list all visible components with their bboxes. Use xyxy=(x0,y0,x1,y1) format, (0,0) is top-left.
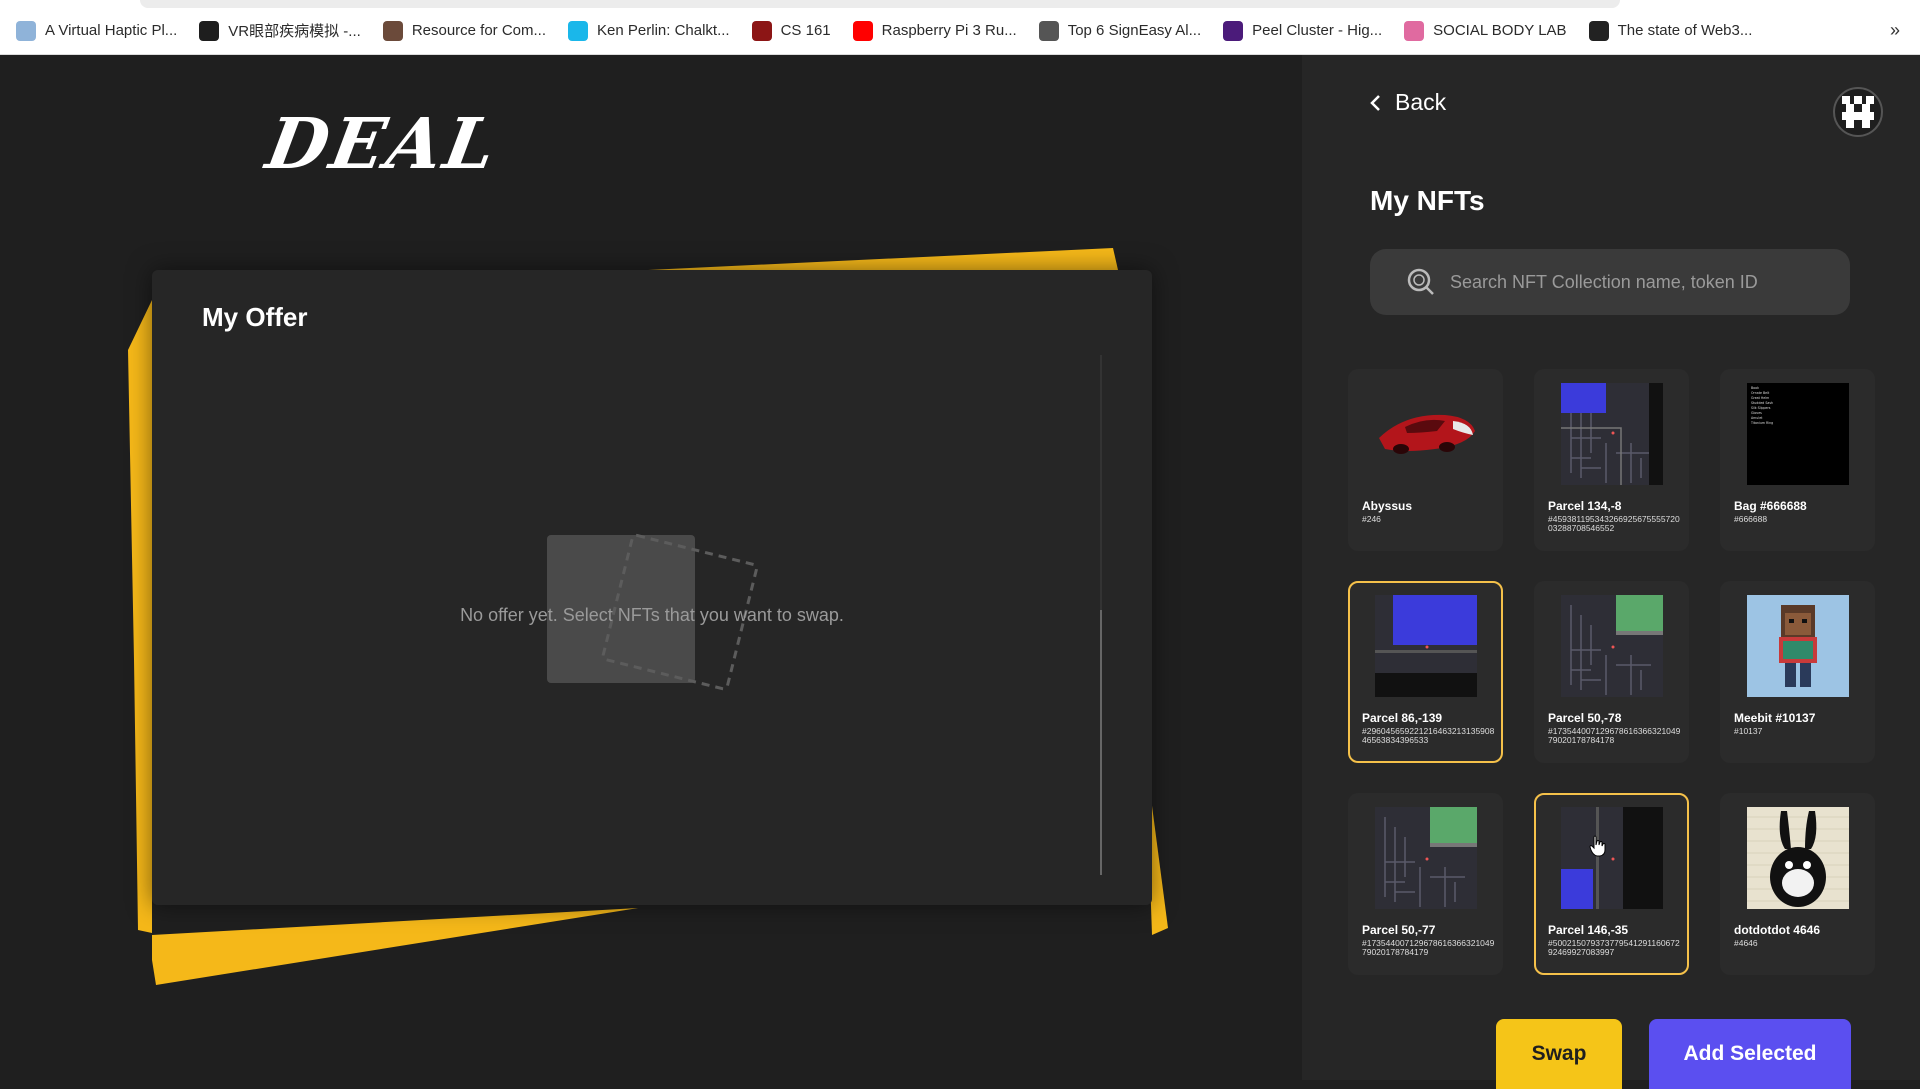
nft-token-id: #10137 xyxy=(1734,726,1763,736)
nft-card[interactable]: Book Ornate Belt Great Helm Studded Sash Sil… xyxy=(1720,369,1875,551)
my-offer-card: My Offer No offer yet. Select NFTs that … xyxy=(152,270,1152,905)
nft-search-box[interactable] xyxy=(1370,249,1850,315)
offer-scrollbar-thumb[interactable] xyxy=(1100,610,1102,875)
nft-name: Abyssus xyxy=(1362,499,1413,513)
nft-thumbnail xyxy=(1561,383,1663,485)
swap-button[interactable]: Swap xyxy=(1496,1019,1622,1089)
nft-token-id: #296045659221216463213135908465638343965… xyxy=(1362,726,1495,745)
my-nfts-panel: Back My NFTs Abyssus#246Parcel 134,-8#45… xyxy=(1302,55,1920,1089)
nft-token-id: #666688 xyxy=(1734,514,1768,524)
person-icon xyxy=(382,20,403,41)
youtube-icon xyxy=(852,20,873,41)
bookmarks-bar: A Virtual Haptic Pl... VR眼部疾病模拟 -... Resou… xyxy=(0,0,1920,55)
svg-text:Amulet: Amulet xyxy=(1751,416,1763,420)
nft-card[interactable]: Meebit #10137 #10137 xyxy=(1720,581,1875,763)
nft-name: Meebit #10137 xyxy=(1734,711,1816,725)
bookmark-label: Peel Cluster - Hig... xyxy=(1252,22,1383,39)
nft-search-input[interactable] xyxy=(1450,271,1840,293)
vscode-icon xyxy=(199,20,220,41)
bookmark-item[interactable]: The state of Web3... xyxy=(1588,20,1753,41)
nft-card[interactable]: Parcel 146,-35 #5002150793737795412911606… xyxy=(1534,793,1689,975)
bookmark-label: Top 6 SignEasy Al... xyxy=(1067,22,1202,39)
nft-thumbnail: Book Ornate Belt Great Helm Studded Sash Sil… xyxy=(1747,383,1849,485)
search-icon xyxy=(1407,268,1434,295)
add-selected-button[interactable]: Add Selected xyxy=(1649,1019,1851,1089)
bookmark-item[interactable]: Top 6 SignEasy Al... xyxy=(1038,20,1202,41)
nft-name: Parcel 50,-77 xyxy=(1362,923,1436,937)
nft-thumbnail xyxy=(1375,595,1477,697)
empty-offer-message: No offer yet. Select NFTs that you want … xyxy=(460,605,844,625)
bookmark-label: Resource for Com... xyxy=(411,22,547,39)
bookmark-list: A Virtual Haptic Pl... VR眼部疾病模拟 -... Resou… xyxy=(16,20,1752,41)
nft-card[interactable]: dotdotdot 4646 #4646 xyxy=(1720,793,1875,975)
svg-text:Ornate Belt: Ornate Belt xyxy=(1751,391,1770,395)
nft-thumbnail xyxy=(1375,383,1477,485)
bookmark-label: A Virtual Haptic Pl... xyxy=(45,22,178,39)
nft-name: dotdotdot 4646 xyxy=(1734,923,1820,937)
back-label: Back xyxy=(1395,89,1447,115)
pixel-avatar-icon xyxy=(1842,96,1874,128)
offer-title: My Offer xyxy=(202,302,308,332)
bookmarks-overflow-button[interactable]: » xyxy=(1890,20,1900,41)
bookmark-label: Raspberry Pi 3 Ru... xyxy=(881,22,1017,39)
chevron-left-icon xyxy=(1370,94,1380,111)
nft-token-id: #246 xyxy=(1362,514,1381,524)
hand-cursor-icon xyxy=(1589,835,1606,857)
nft-card[interactable]: Abyssus #246 xyxy=(1348,369,1503,551)
nft-name: Parcel 146,-35 xyxy=(1548,923,1629,937)
bookmark-item[interactable]: CS 161 xyxy=(751,20,831,41)
social-body-icon xyxy=(1404,20,1425,41)
bookmark-label: CS 161 xyxy=(780,22,831,39)
nft-grid: Abyssus #246 Parcel 134,-8 #459381195343266… xyxy=(1348,369,1875,975)
vimeo-icon xyxy=(568,20,589,41)
sparkle-icon xyxy=(16,20,36,41)
panel-title: My NFTs xyxy=(1370,185,1485,216)
nft-token-id: #173544007129678616366321049790201787841… xyxy=(1362,938,1495,957)
bookmark-item[interactable]: Raspberry Pi 3 Ru... xyxy=(852,20,1017,41)
nft-thumbnail xyxy=(1375,807,1477,909)
nft-card[interactable]: Parcel 50,-78 #17354400712967861636632104… xyxy=(1534,581,1689,763)
bookmark-label: VR眼部疾病模拟 -... xyxy=(228,23,361,40)
stanford-icon xyxy=(751,20,772,41)
nft-thumbnail xyxy=(1561,807,1663,909)
nft-thumbnail xyxy=(1747,807,1849,909)
bookmark-label: Ken Perlin: Chalkt... xyxy=(597,22,730,39)
bookmark-item[interactable]: A Virtual Haptic Pl... xyxy=(16,20,178,41)
nft-token-id: #459381195343266925675555720032887085465… xyxy=(1548,514,1680,533)
nft-name: Bag #666688 xyxy=(1734,499,1807,513)
nft-token-id: #500215079373779541291160672924699270839… xyxy=(1548,938,1680,957)
nft-thumbnail xyxy=(1747,595,1849,697)
bookmark-item[interactable]: Peel Cluster - Hig... xyxy=(1223,20,1383,41)
bookmark-item[interactable]: Ken Perlin: Chalkt... xyxy=(568,20,730,41)
svg-text:Gloves: Gloves xyxy=(1751,411,1762,415)
camera-icon xyxy=(1588,20,1609,41)
offer-card-stack: My Offer No offer yet. Select NFTs that … xyxy=(128,240,1168,1000)
svg-text:Silk Slippers: Silk Slippers xyxy=(1751,406,1771,410)
nft-card[interactable]: Parcel 134,-8 #45938119534326692567555572… xyxy=(1534,369,1689,551)
bookmark-label: The state of Web3... xyxy=(1617,22,1753,39)
svg-text:Titanium Ring: Titanium Ring xyxy=(1750,421,1773,425)
bookmark-item[interactable]: Resource for Com... xyxy=(382,20,547,41)
back-button[interactable]: Back xyxy=(1369,89,1446,116)
bookmark-item[interactable]: VR眼部疾病模拟 -... xyxy=(199,20,361,41)
svg-text:Studded Sash: Studded Sash xyxy=(1751,401,1773,405)
app-logo[interactable]: DEAL xyxy=(261,102,505,185)
nft-card[interactable]: Parcel 50,-77 #17354400712967861636632104… xyxy=(1348,793,1503,975)
bookmark-label: SOCIAL BODY LAB xyxy=(1433,22,1567,39)
nft-name: Parcel 50,-78 xyxy=(1548,711,1622,725)
main-area: DEAL My Offer No offer yet. Select NFTs … xyxy=(0,55,1302,1080)
svg-text:Great Helm: Great Helm xyxy=(1751,396,1769,400)
tab-strip-edge xyxy=(140,0,1620,8)
wallet-avatar[interactable] xyxy=(1833,87,1883,137)
nft-name: Parcel 86,-139 xyxy=(1362,711,1443,725)
nft-token-id: #173544007129678616366321049790201787841… xyxy=(1548,726,1681,745)
nft-thumbnail xyxy=(1561,595,1663,697)
nft-name: Parcel 134,-8 xyxy=(1548,499,1622,513)
svg-text:Book: Book xyxy=(1751,386,1759,390)
globe-icon xyxy=(1038,20,1059,41)
peel-icon xyxy=(1223,20,1244,41)
nft-card[interactable]: Parcel 86,-139 #2960456592212164632131359… xyxy=(1348,581,1503,763)
nft-token-id: #4646 xyxy=(1734,938,1758,948)
bookmark-item[interactable]: SOCIAL BODY LAB xyxy=(1404,20,1567,41)
